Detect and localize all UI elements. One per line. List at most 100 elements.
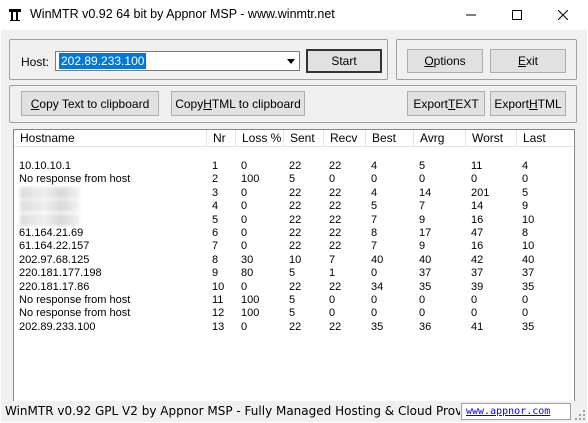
column-header-sent[interactable]: Sent — [284, 130, 324, 147]
table-row[interactable]: 61.164.22.157 7 0 22 22 7 9 16 10 — [14, 240, 574, 253]
cell-nr: 6 — [212, 227, 219, 239]
cell-avrg: 35 — [419, 280, 432, 293]
cell-recv: 7 — [329, 253, 336, 266]
cell-best: 34 — [371, 280, 384, 293]
client-area: Host: 202.89.233.100 Start Options Exit … — [1, 30, 587, 422]
table-row[interactable]: 220.181.177.198 9 80 5 1 0 37 37 37 — [14, 267, 574, 280]
cell-last: 0 — [522, 173, 529, 186]
cell-best: 35 — [371, 320, 384, 333]
cell-loss: 30 — [241, 253, 254, 266]
table-row[interactable]: No response from host 12 100 5 0 0 0 0 0 — [14, 307, 574, 320]
close-button[interactable] — [540, 0, 586, 30]
chevron-down-icon[interactable] — [282, 52, 299, 70]
table-row[interactable]: 4 0 22 22 5 7 14 9 — [14, 200, 574, 213]
cell-avrg: 36 — [419, 320, 432, 333]
column-header-hostname[interactable]: Hostname — [14, 130, 207, 147]
cell-loss: 0 — [241, 160, 248, 172]
cell-sent: 22 — [289, 280, 302, 293]
cell-loss: 0 — [241, 186, 248, 199]
table-row[interactable]: 220.181.17.86 10 0 22 22 34 35 39 35 — [14, 281, 574, 294]
cell-avrg: 0 — [419, 307, 426, 320]
status-bar: WinMTR v0.92 GPL V2 by Appnor MSP - Full… — [1, 401, 587, 422]
cell-sent: 22 — [289, 213, 302, 226]
column-header-worst[interactable]: Worst — [466, 130, 517, 147]
export-html-button[interactable]: Export H TML — [490, 91, 566, 116]
cell-nr: 9 — [212, 267, 219, 280]
results-table[interactable]: Hostname Nr Loss % Sent Recv Best Avrg W… — [13, 129, 575, 404]
cell-recv: 0 — [329, 173, 336, 186]
cell-avrg: 0 — [419, 173, 426, 186]
redacted-hostname — [20, 186, 80, 199]
cell-nr: 13 — [212, 320, 225, 333]
cell-sent: 22 — [289, 227, 302, 239]
cell-worst: 0 — [471, 307, 478, 320]
title-bar[interactable]: WinMTR v0.92 64 bit by Appnor MSP - www.… — [0, 0, 588, 30]
cell-worst: 16 — [471, 240, 484, 253]
cell-best: 4 — [371, 186, 378, 199]
cell-avrg: 37 — [419, 267, 432, 280]
redacted-hostname — [20, 200, 80, 213]
cell-nr: 7 — [212, 240, 219, 253]
column-header-loss[interactable]: Loss % — [236, 130, 284, 147]
options-button[interactable]: Options — [407, 49, 483, 73]
cell-last: 8 — [522, 227, 529, 239]
cell-loss: 80 — [241, 267, 254, 280]
cell-worst: 14 — [471, 200, 484, 213]
cell-worst: 11 — [471, 160, 483, 172]
cell-loss: 0 — [241, 240, 248, 253]
table-row[interactable]: 5 0 22 22 7 9 16 10 — [14, 213, 574, 227]
cell-avrg: 0 — [419, 294, 426, 306]
column-header-nr[interactable]: Nr — [207, 130, 236, 147]
column-header-best[interactable]: Best — [366, 130, 414, 147]
cell-sent: 22 — [289, 320, 302, 333]
table-row[interactable]: No response from host 2 100 5 0 0 0 0 0 — [14, 173, 574, 186]
start-button[interactable]: Start — [306, 49, 382, 73]
cell-loss: 0 — [241, 200, 248, 213]
maximize-icon — [512, 10, 522, 20]
cell-best: 7 — [371, 213, 378, 226]
column-header-last[interactable]: Last — [517, 130, 574, 147]
maximize-button[interactable] — [494, 0, 540, 30]
cell-recv: 22 — [329, 227, 342, 239]
cell-recv: 0 — [329, 294, 336, 306]
cell-worst: 37 — [471, 267, 484, 280]
table-row[interactable]: 3 0 22 22 4 14 201 5 — [14, 186, 574, 200]
cell-worst: 201 — [471, 186, 490, 199]
export-text-button[interactable]: Export T EXT — [407, 91, 485, 116]
host-combobox[interactable]: 202.89.233.100 — [55, 51, 300, 71]
host-input-value[interactable]: 202.89.233.100 — [59, 53, 147, 69]
cell-sent: 22 — [289, 200, 302, 213]
cell-loss: 100 — [241, 294, 260, 306]
minimize-button[interactable] — [448, 0, 494, 30]
table-row[interactable]: 202.89.233.100 13 0 22 22 35 36 41 35 — [14, 321, 574, 334]
cell-recv: 22 — [329, 186, 342, 199]
cell-loss: 0 — [241, 213, 248, 226]
cell-last: 0 — [522, 294, 529, 306]
host-label: Host: — [21, 55, 50, 69]
table-row[interactable]: No response from host 11 100 5 0 0 0 0 0 — [14, 294, 574, 307]
copy-text-button[interactable]: Copy Text to clipboard — [21, 91, 159, 116]
cell-worst: 0 — [471, 173, 478, 186]
table-row[interactable]: 202.97.68.125 8 30 10 7 40 40 42 40 — [14, 254, 574, 267]
cell-nr: 8 — [212, 253, 219, 266]
cell-recv: 22 — [329, 200, 342, 213]
winmtr-app-icon — [9, 9, 21, 21]
exit-button[interactable]: Exit — [490, 49, 566, 73]
cell-sent: 22 — [289, 240, 302, 253]
cell-recv: 22 — [329, 160, 342, 172]
cell-hostname: 61.164.22.157 — [19, 240, 90, 253]
table-row[interactable]: 61.164.21.69 6 0 22 22 8 17 47 8 — [14, 227, 574, 240]
cell-nr: 4 — [212, 200, 219, 213]
website-link[interactable]: www.appnor.com — [461, 403, 571, 420]
table-row[interactable]: 10.10.10.1 1 0 22 22 4 5 11 4 — [14, 160, 574, 173]
cell-best: 7 — [371, 240, 378, 253]
table-header: Hostname Nr Loss % Sent Recv Best Avrg W… — [14, 130, 574, 147]
cell-loss: 0 — [241, 280, 248, 293]
cell-last: 10 — [522, 213, 535, 226]
column-header-recv[interactable]: Recv — [324, 130, 366, 147]
cell-nr: 2 — [212, 173, 219, 186]
resize-grip-icon[interactable] — [575, 410, 585, 420]
cell-last: 4 — [522, 160, 529, 172]
column-header-avrg[interactable]: Avrg — [414, 130, 466, 147]
copy-html-button[interactable]: Copy H TML to clipboard — [171, 91, 305, 116]
